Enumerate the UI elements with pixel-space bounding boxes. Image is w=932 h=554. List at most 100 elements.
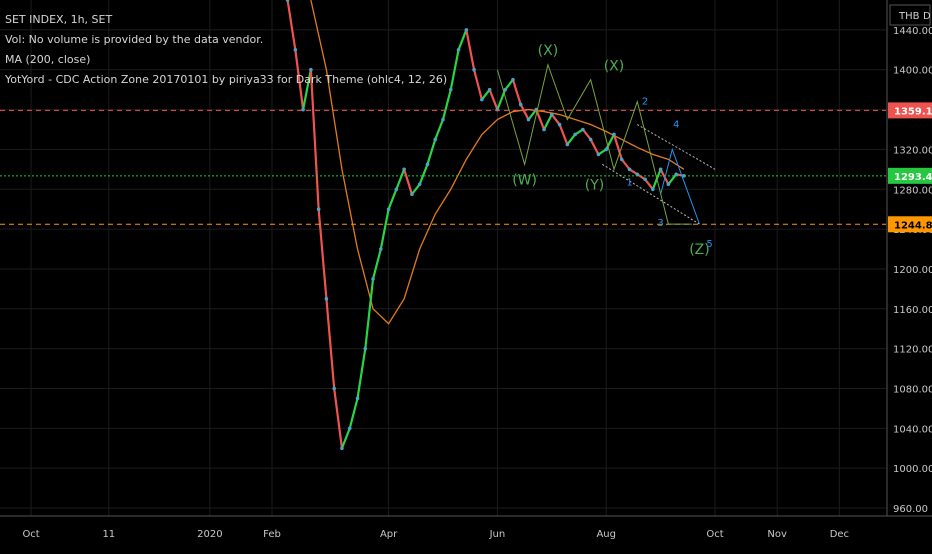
price-point <box>340 446 344 451</box>
level-price-label: 1359.16 <box>894 106 932 117</box>
price-point <box>518 102 523 107</box>
price-tick-label: 1280.00 <box>893 185 932 196</box>
price-point <box>651 187 655 192</box>
price-tick-label: 960.00 <box>893 504 928 515</box>
price-point <box>410 192 414 197</box>
price-tick-label: 1040.00 <box>893 424 932 435</box>
price-point <box>332 386 336 391</box>
price-tick-label: 1080.00 <box>893 384 932 395</box>
price-segment <box>643 178 654 191</box>
price-point <box>658 167 663 172</box>
time-tick-label: Apr <box>380 529 398 540</box>
price-point <box>557 122 562 127</box>
price-point <box>441 117 445 122</box>
price-tick-label: 1120.00 <box>893 345 932 356</box>
price-segment <box>325 297 336 390</box>
price-point <box>386 207 391 211</box>
price-segment <box>356 347 367 400</box>
price-point <box>425 162 430 167</box>
price-segment <box>457 28 468 51</box>
price-segment <box>472 68 483 101</box>
legend-volume[interactable]: Vol: No volume is provided by the data v… <box>5 30 447 50</box>
price-segment <box>387 188 398 211</box>
time-tick-label: Dec <box>830 529 849 540</box>
wave-label: 1 <box>626 177 632 188</box>
price-point <box>550 112 554 117</box>
price-point <box>612 132 616 137</box>
wave-label: (X) <box>604 59 625 75</box>
price-segment <box>488 88 499 111</box>
price-tick-label: 1440.00 <box>893 26 932 37</box>
price-segment <box>340 427 351 450</box>
legend-indicator[interactable]: YotYord - CDC Action Zone 20170101 by pi… <box>5 70 447 90</box>
price-point <box>565 142 570 147</box>
price-segment <box>465 28 476 71</box>
wave-label: (Y) <box>585 177 604 193</box>
wave-label: (X) <box>538 43 559 59</box>
wave-label: 5 <box>706 239 712 250</box>
price-point <box>371 277 375 281</box>
price-segment <box>371 247 382 281</box>
price-point <box>472 67 476 72</box>
price-segment <box>589 138 600 156</box>
price-segment <box>519 103 530 121</box>
price-segment <box>441 88 452 121</box>
price-tick-label: 1000.00 <box>893 464 932 475</box>
price-point <box>363 346 368 351</box>
currency-mark: D <box>923 11 931 22</box>
price-point <box>316 207 321 211</box>
price-point <box>619 157 624 162</box>
time-tick-label: Aug <box>596 529 616 540</box>
price-segment <box>434 118 445 141</box>
price-segment <box>309 68 320 211</box>
wave-label: 3 <box>657 218 663 229</box>
price-segment <box>620 158 631 171</box>
price-point <box>573 132 577 137</box>
currency-label: THB <box>898 11 920 22</box>
price-segment <box>535 108 546 131</box>
wave-label: 4 <box>673 120 679 131</box>
price-point <box>347 426 352 431</box>
level-price-label: 1244.85 <box>894 220 932 231</box>
price-segment <box>426 138 437 166</box>
price-segment <box>317 208 328 300</box>
price-segment <box>504 78 515 91</box>
channel-line <box>602 163 700 225</box>
price-tick-label: 1320.00 <box>893 145 932 156</box>
price-point <box>581 127 585 132</box>
price-point <box>627 167 632 172</box>
price-segment <box>511 78 522 106</box>
time-tick-label: Feb <box>263 529 281 540</box>
price-tick-label: 1200.00 <box>893 265 932 276</box>
price-point <box>511 77 515 82</box>
time-tick-label: Jun <box>489 529 506 540</box>
price-point <box>402 167 406 172</box>
price-point <box>666 182 671 187</box>
price-point <box>643 177 647 182</box>
price-point <box>588 137 593 142</box>
price-point <box>487 87 492 92</box>
price-point <box>433 137 438 142</box>
price-point <box>417 182 422 187</box>
price-segment <box>364 277 375 350</box>
price-tick-label: 1400.00 <box>893 66 932 77</box>
time-tick-label: Oct <box>22 529 39 540</box>
wave-label: (W) <box>512 172 537 188</box>
time-tick-label: 2020 <box>197 529 222 540</box>
price-point <box>394 187 399 192</box>
level-price-label: 1293.48 <box>894 172 932 183</box>
time-tick-label: Nov <box>767 529 787 540</box>
time-tick-label: 11 <box>102 529 115 540</box>
price-point <box>456 48 461 52</box>
price-segment <box>566 133 577 146</box>
price-point <box>596 152 601 157</box>
price-point <box>379 247 383 251</box>
time-tick-label: Oct <box>706 529 723 540</box>
price-segment <box>348 397 359 430</box>
price-segment <box>333 387 344 450</box>
legend-ma[interactable]: MA (200, close) <box>5 50 447 70</box>
price-segment <box>659 168 670 186</box>
price-segment <box>558 123 569 146</box>
legend-symbol[interactable]: SET INDEX, 1h, SET <box>5 10 447 30</box>
price-point <box>526 117 531 122</box>
